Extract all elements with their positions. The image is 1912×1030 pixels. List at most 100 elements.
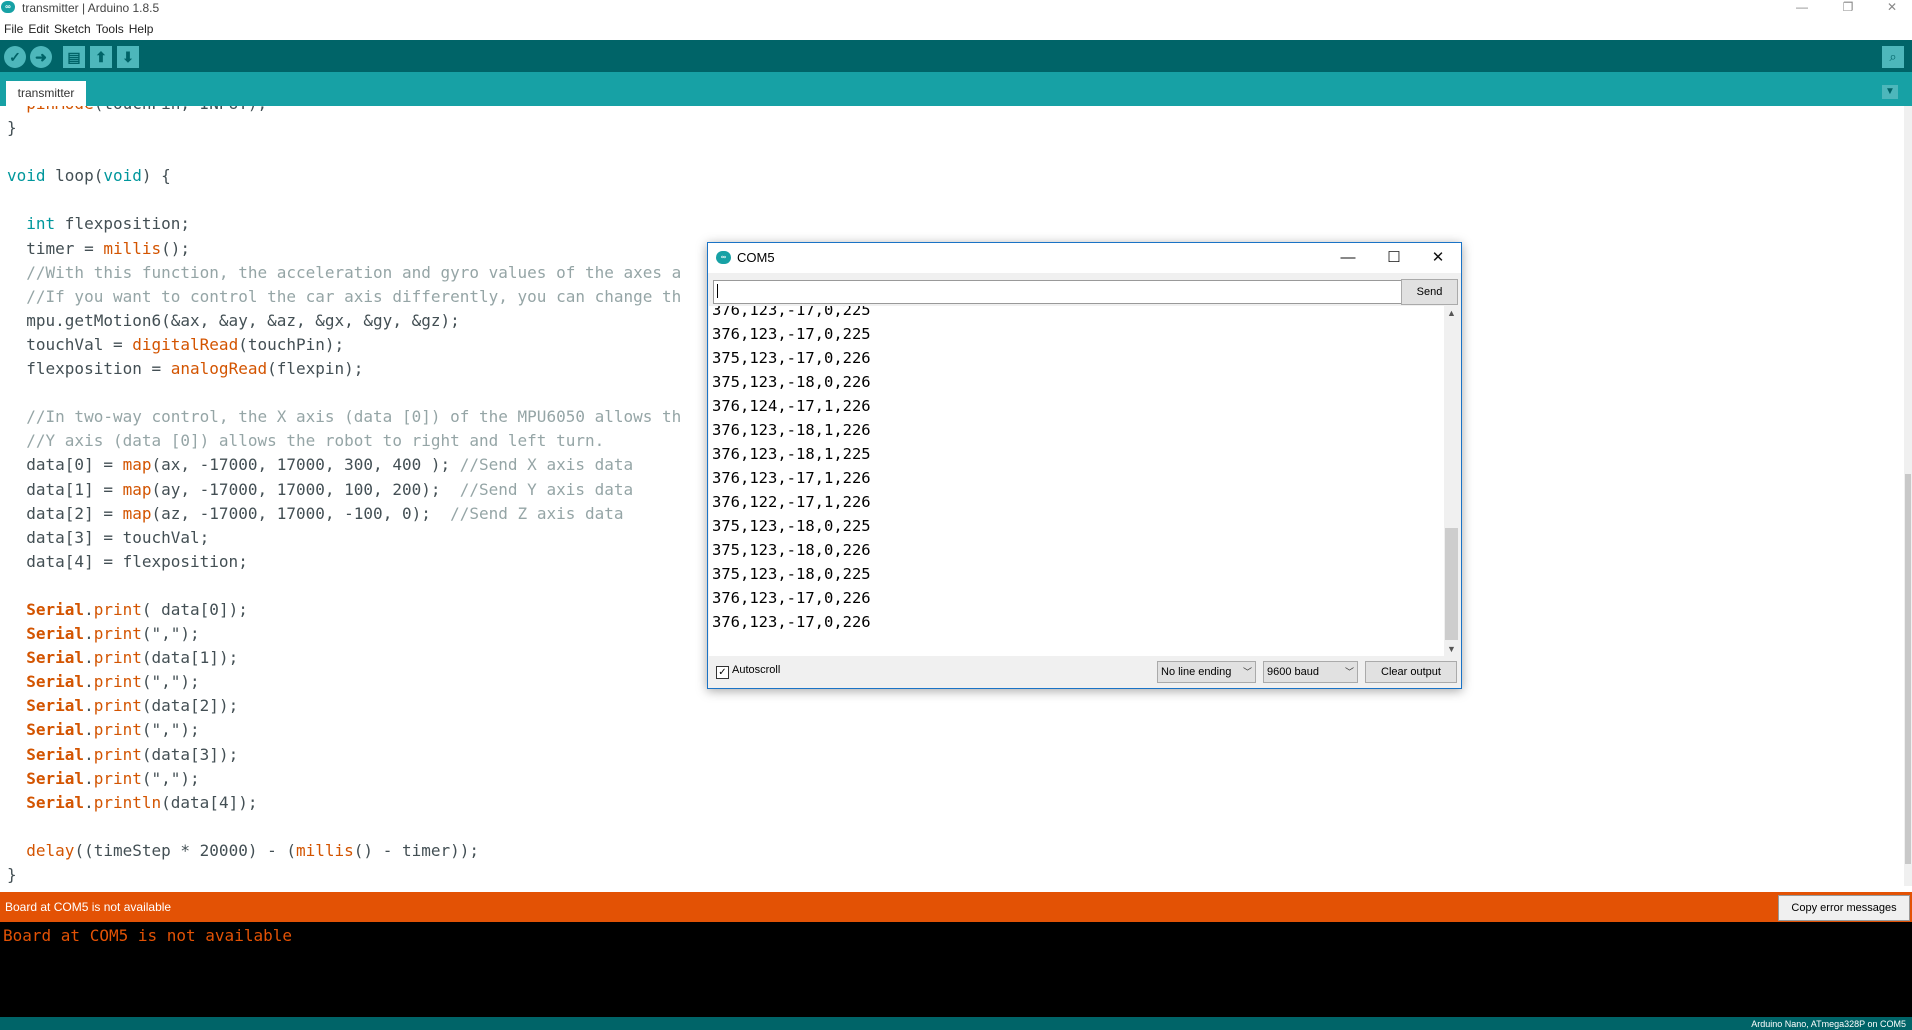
code-line: data[2] = map(az, -17000, 17000, -100, 0… [7, 503, 624, 523]
code-line: Serial.print(","); [26, 768, 200, 788]
code-line: //With this function, the acceleration a… [26, 262, 682, 282]
code-line: flexposition = analogRead(flexpin); [7, 359, 364, 379]
code-line: delay((timeStep * 20000) - (millis() - t… [26, 840, 480, 860]
window-title: transmitter | Arduino 1.8.5 [22, 1, 160, 15]
scroll-up-icon[interactable]: ▲ [1444, 306, 1459, 320]
code-line: void loop(void) { [7, 166, 171, 186]
toolbar: ✓ ➜ ▤ ⬆ ⬇ ⌕ [0, 40, 1912, 72]
menu-tools[interactable]: Tools [96, 22, 124, 36]
serial-output-line: 376,123,-17,1,226 [712, 469, 871, 487]
menu-sketch[interactable]: Sketch [54, 22, 91, 36]
code-line: Serial.print(","); [26, 624, 200, 644]
scroll-down-icon[interactable]: ▼ [1444, 642, 1459, 656]
serial-monitor-footer: ✓ Autoscroll No line ending ﹀ 9600 baud … [708, 656, 1461, 688]
menu-help[interactable]: Help [129, 22, 154, 36]
console-text: Board at COM5 is not available [3, 926, 292, 945]
editor-scroll-thumb[interactable] [1905, 474, 1911, 864]
minimize-icon[interactable]: — [1325, 243, 1371, 273]
baud-rate-value: 9600 baud [1267, 666, 1319, 678]
code-line: Serial.print(data[1]); [26, 648, 239, 668]
code-line: data[3] = touchVal; [7, 527, 210, 547]
clear-output-button[interactable]: Clear output [1365, 661, 1457, 683]
code-line: data[4] = flexposition; [7, 551, 248, 571]
code-line: touchVal = digitalRead(touchPin); [7, 334, 345, 354]
serial-monitor-button[interactable]: ⌕ [1882, 46, 1904, 68]
tab-transmitter[interactable]: transmitter [6, 81, 86, 106]
check-icon: ✓ [9, 49, 21, 65]
baud-rate-select[interactable]: 9600 baud ﹀ [1263, 661, 1358, 683]
serial-output-line: 376,123,-18,1,226 [712, 421, 871, 439]
arrow-down-icon: ⬇ [122, 49, 134, 65]
new-button[interactable]: ▤ [63, 46, 85, 68]
serial-output-line: 376,124,-17,1,226 [712, 397, 871, 415]
arrow-up-icon: ⬆ [95, 49, 107, 65]
status-bar: Board at COM5 is not available Copy erro… [0, 892, 1912, 922]
serial-output-line: 375,123,-18,0,226 [712, 373, 871, 391]
serial-output-line: 375,123,-17,0,226 [712, 349, 871, 367]
serial-output-line: 376,123,-17,0,226 [712, 589, 871, 607]
menu-file[interactable]: File [4, 22, 23, 36]
magnifier-icon: ⌕ [1889, 49, 1897, 64]
minimize-icon[interactable]: — [1782, 0, 1822, 16]
code-line: mpu.getMotion6(&ax, &ay, &az, &gx, &gy, … [7, 310, 460, 330]
code-line: Serial.println(data[4]); [26, 792, 258, 812]
serial-output-line: 376,123,-18,1,225 [712, 445, 871, 463]
serial-output-line: 376,122,-17,1,226 [712, 493, 871, 511]
chevron-down-icon: ﹀ [1344, 667, 1354, 677]
save-button[interactable]: ⬇ [117, 46, 139, 68]
arduino-logo-icon: ∞ [1, 1, 15, 13]
code-line: timer = millis(); [7, 238, 191, 258]
serial-send-input[interactable] [713, 280, 1402, 304]
close-icon[interactable]: ✕ [1415, 243, 1461, 273]
tab-menu-chevron-icon[interactable]: ▼ [1882, 85, 1898, 99]
serial-monitor-title-bar: ∞ COM5 — ☐ ✕ [708, 243, 1461, 273]
serial-scroll-thumb[interactable] [1445, 528, 1458, 640]
menu-bar: File Edit Sketch Tools Help [0, 18, 1912, 40]
menu-edit[interactable]: Edit [28, 22, 49, 36]
verify-button[interactable]: ✓ [4, 46, 26, 68]
code-line: int flexposition; [26, 214, 191, 234]
serial-output-line: 376,123,-17,0,225 [712, 325, 871, 343]
code-line: } [7, 118, 17, 138]
chevron-down-icon: ﹀ [1242, 667, 1252, 677]
serial-monitor-title: COM5 [737, 250, 775, 265]
arduino-logo-icon: ∞ [716, 251, 731, 264]
serial-output-scrollbar[interactable]: ▲ ▼ [1444, 306, 1459, 656]
serial-output-line: 375,123,-18,0,225 [712, 565, 871, 583]
close-icon[interactable]: ✕ [1872, 0, 1912, 16]
status-message: Board at COM5 is not available [5, 900, 172, 914]
upload-button[interactable]: ➜ [30, 46, 52, 68]
new-file-icon: ▤ [67, 49, 81, 65]
line-ending-value: No line ending [1161, 666, 1232, 678]
code-text: pinMode(touchPin, INPUT);} void loop(voi… [7, 106, 681, 886]
arrow-right-icon: ➜ [35, 49, 47, 65]
restore-icon[interactable]: ❐ [1828, 0, 1868, 16]
serial-output[interactable]: 376,123,-17,0,225 376,123,-17,0,225 375,12… [709, 306, 1444, 656]
code-line: data[1] = map(ay, -17000, 17000, 100, 20… [7, 479, 634, 499]
copy-error-messages-button[interactable]: Copy error messages [1778, 895, 1910, 921]
code-line: pinMode(touchPin, INPUT); [7, 106, 681, 116]
autoscroll-checkbox[interactable]: ✓ [716, 666, 729, 679]
tab-bar: transmitter ▼ [0, 72, 1912, 106]
code-line: Serial.print( data[0]); [26, 599, 248, 619]
board-info: Arduino Nano, ATmega328P on COM5 [1751, 1019, 1906, 1029]
open-button[interactable]: ⬆ [90, 46, 112, 68]
serial-output-line: 376,123,-17,0,226 [712, 613, 871, 631]
code-line: //Y axis (data [0]) allows the robot to … [26, 431, 605, 451]
send-button[interactable]: Send [1401, 279, 1458, 305]
maximize-icon[interactable]: ☐ [1371, 243, 1417, 273]
serial-output-line: 376,123,-17,0,225 [712, 306, 871, 319]
footer-bar: Arduino Nano, ATmega328P on COM5 [0, 1017, 1912, 1030]
serial-output-line: 375,123,-18,0,225 [712, 517, 871, 535]
title-bar: ∞ transmitter | Arduino 1.8.5 — ❐ ✕ [0, 0, 1912, 16]
code-line: Serial.print(","); [26, 720, 200, 740]
console: Board at COM5 is not available [0, 922, 1912, 1017]
line-ending-select[interactable]: No line ending ﹀ [1157, 661, 1256, 683]
autoscroll-label: Autoscroll [732, 664, 781, 676]
editor-scrollbar[interactable] [1904, 106, 1912, 886]
code-line: //In two-way control, the X axis (data [… [26, 407, 682, 427]
